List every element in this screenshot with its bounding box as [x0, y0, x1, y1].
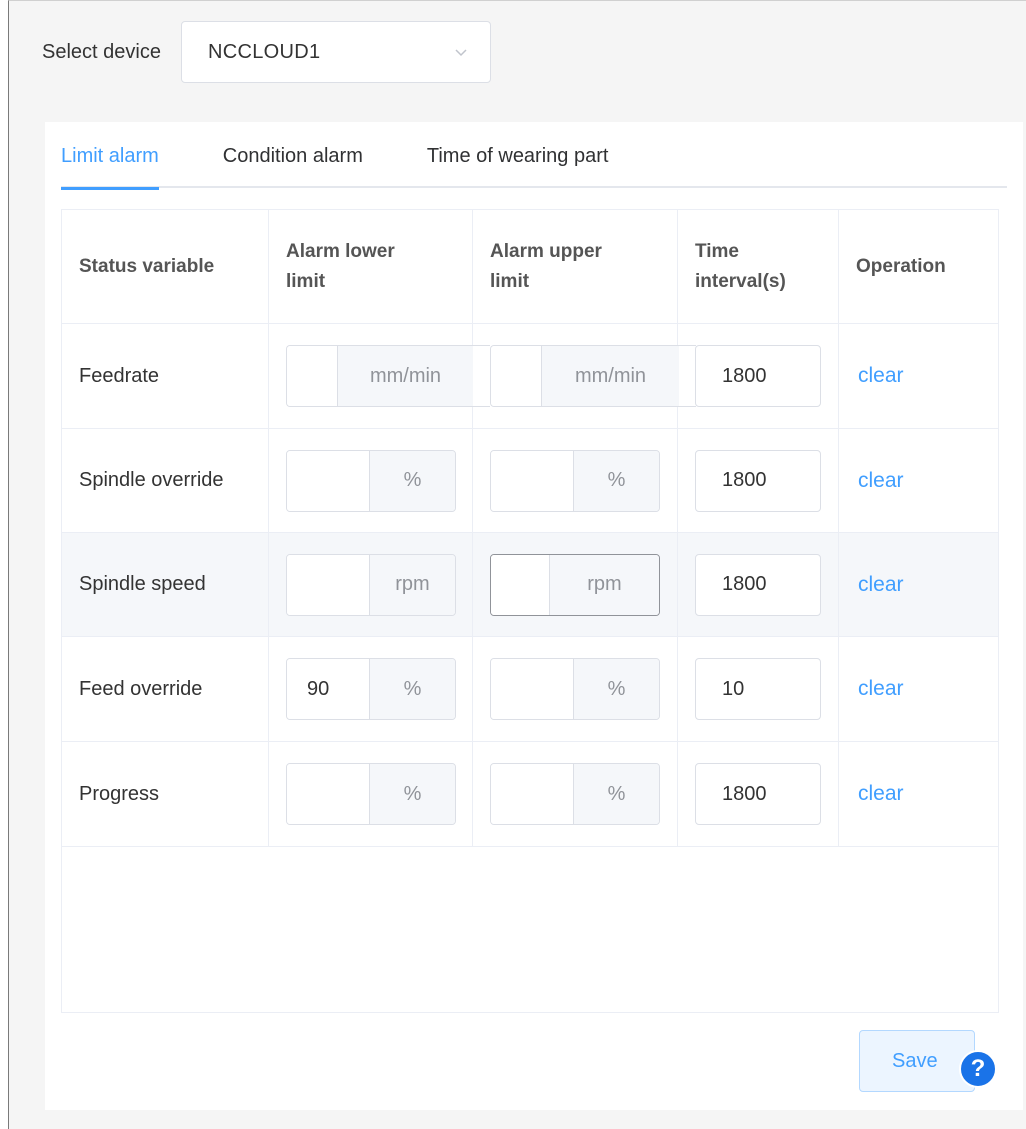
upper-limit-input-group: rpm — [490, 553, 660, 616]
alarm-tabs: Limit alarm Condition alarm Time of wear… — [61, 142, 1007, 190]
upper-limit-input[interactable] — [491, 554, 549, 615]
header-time-interval: Time interval(s) — [678, 210, 839, 323]
upper-limit-input-group: % — [490, 658, 660, 720]
lower-limit-input[interactable] — [287, 764, 369, 824]
device-select[interactable]: NCCLOUD1 — [180, 21, 491, 83]
upper-limit-input-group: mm/min — [490, 345, 696, 407]
header-alarm-lower-limit: Alarm lower limit — [269, 210, 473, 323]
clear-link[interactable]: clear — [858, 573, 904, 597]
header-operation: Operation — [856, 255, 946, 277]
unit-label: % — [573, 659, 659, 719]
header-alarm-upper-limit: Alarm upper limit — [473, 210, 678, 323]
unit-label: mm/min — [541, 346, 679, 406]
upper-limit-input[interactable] — [491, 659, 573, 719]
page-frame: Select device NCCLOUD1 Limit alarm Condi… — [8, 0, 1026, 1129]
upper-limit-input[interactable] — [491, 450, 573, 511]
unit-label: rpm — [369, 554, 455, 615]
unit-label: rpm — [549, 554, 659, 615]
table-row: Progress % % 1800 clear — [62, 742, 998, 847]
lower-limit-input-group: mm/min — [286, 345, 490, 407]
clear-link[interactable]: clear — [858, 364, 904, 388]
clear-link[interactable]: clear — [858, 782, 904, 806]
clear-link[interactable]: clear — [858, 677, 904, 701]
table-header-row: Status variable Alarm lower limit Alarm u… — [62, 210, 998, 324]
tab-condition-alarm[interactable]: Condition alarm — [223, 142, 363, 188]
time-interval-input[interactable]: 10 — [695, 658, 821, 720]
table-row: Feedrate mm/min mm/min 1800 clear — [62, 324, 998, 429]
row-variable-label: Feedrate — [62, 324, 269, 428]
upper-limit-input[interactable] — [491, 764, 573, 824]
row-variable-label: Spindle speed — [62, 533, 269, 636]
save-button[interactable]: Save — [859, 1030, 975, 1092]
table-row: Spindle speed rpm rpm 1800 clear — [62, 533, 998, 637]
clear-link[interactable]: clear — [858, 469, 904, 493]
table-row: Spindle override % % 1800 clear — [62, 429, 998, 533]
row-variable-label: Feed override — [62, 637, 269, 741]
unit-label: mm/min — [337, 346, 473, 406]
device-label: Select device — [42, 40, 161, 63]
unit-label: % — [573, 764, 659, 824]
unit-label: % — [369, 764, 455, 824]
unit-label: % — [369, 450, 455, 511]
chevron-down-icon — [455, 49, 467, 57]
unit-label: % — [369, 659, 455, 719]
alarm-card: Limit alarm Condition alarm Time of wear… — [45, 122, 1023, 1110]
time-interval-input[interactable]: 1800 — [695, 553, 821, 616]
lower-limit-input-group: % — [286, 449, 456, 512]
lower-limit-input[interactable]: 90 — [287, 659, 369, 719]
upper-limit-input[interactable] — [491, 346, 541, 406]
upper-limit-input-group: % — [490, 763, 660, 825]
table-row: Feed override 90 % % 10 clear — [62, 637, 998, 742]
lower-limit-input[interactable] — [287, 554, 369, 615]
lower-limit-input-group: % — [286, 763, 456, 825]
lower-limit-input-group: 90 % — [286, 658, 456, 720]
tab-limit-alarm[interactable]: Limit alarm — [61, 142, 159, 190]
row-variable-label: Spindle override — [62, 429, 269, 532]
header-status-variable: Status variable — [62, 210, 269, 323]
device-select-value: NCCLOUD1 — [207, 40, 321, 63]
row-variable-label: Progress — [62, 742, 269, 846]
lower-limit-input[interactable] — [287, 346, 337, 406]
tab-time-of-wearing-part[interactable]: Time of wearing part — [427, 142, 609, 188]
device-selector-row: Select device NCCLOUD1 — [42, 21, 491, 83]
help-icon[interactable]: ? — [959, 1050, 997, 1088]
upper-limit-input-group: % — [490, 449, 660, 512]
time-interval-input[interactable]: 1800 — [695, 345, 821, 407]
unit-label: % — [573, 450, 659, 511]
lower-limit-input-group: rpm — [286, 553, 456, 616]
time-interval-input[interactable]: 1800 — [695, 763, 821, 825]
lower-limit-input[interactable] — [287, 450, 369, 511]
time-interval-input[interactable]: 1800 — [695, 449, 821, 512]
limit-alarm-table: Status variable Alarm lower limit Alarm u… — [61, 209, 999, 1013]
